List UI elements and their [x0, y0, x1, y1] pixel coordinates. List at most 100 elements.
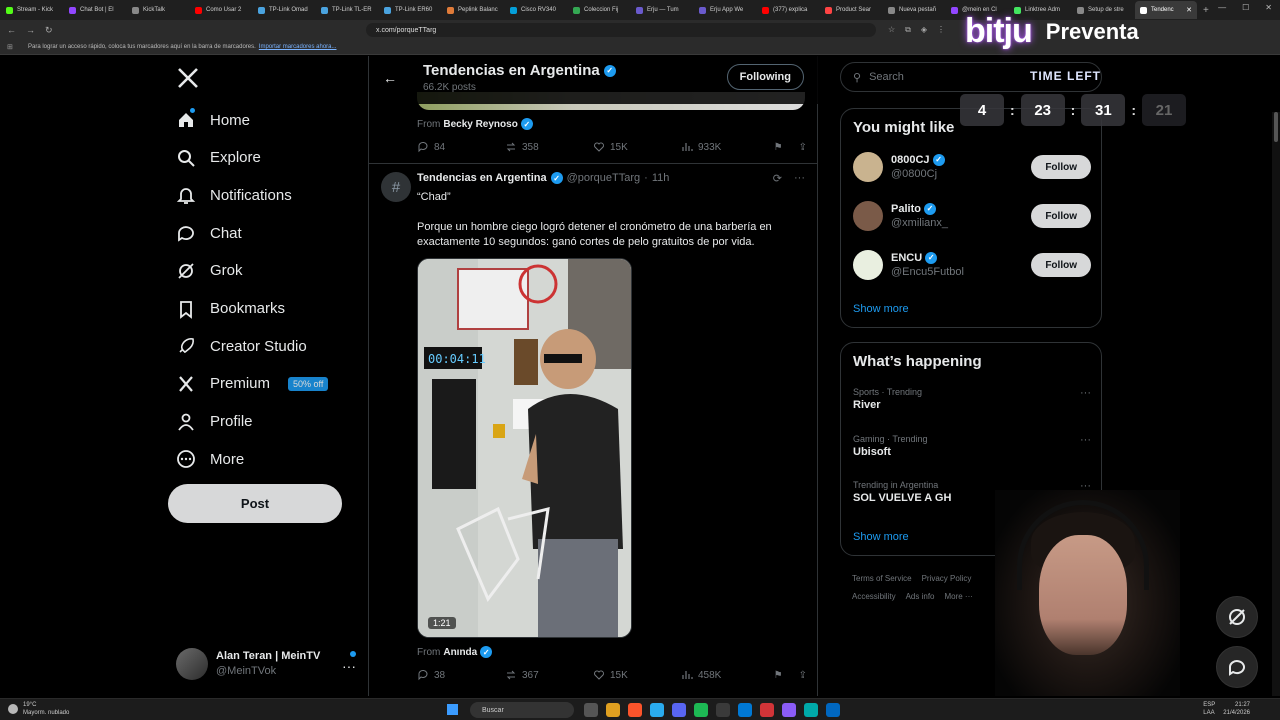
clock-date[interactable]: 21/4/2026: [1223, 709, 1250, 717]
follow-button[interactable]: Follow: [1031, 253, 1091, 277]
app-icon[interactable]: [804, 703, 818, 717]
shield-icon[interactable]: ◈: [921, 25, 927, 35]
apps-grid-icon[interactable]: ⊞: [7, 43, 13, 51]
reload-icon[interactable]: ↻: [45, 25, 53, 36]
bookmark-post-icon[interactable]: ⚑: [774, 142, 783, 153]
taskbar-search[interactable]: Buscar: [470, 702, 574, 718]
extensions-icon[interactable]: ⧉: [905, 25, 911, 35]
post-video[interactable]: 00:04:11 1:21: [417, 258, 632, 638]
telegram-icon[interactable]: [650, 703, 664, 717]
browser-tab[interactable]: Product Sear: [820, 1, 882, 19]
browser-tab[interactable]: (377) explica: [757, 1, 819, 19]
source-name[interactable]: Becky Reynoso: [443, 119, 517, 130]
reply-button[interactable]: 38: [417, 669, 505, 681]
post-author-name[interactable]: Tendencias en Argentina: [417, 172, 547, 184]
app-icon[interactable]: [826, 703, 840, 717]
browser-tab[interactable]: TP-Link TL-ER: [316, 1, 378, 19]
footer-link[interactable]: Accessibility: [852, 592, 896, 601]
close-tab-icon[interactable]: ✕: [1186, 6, 1192, 14]
browser-tab[interactable]: Cisco RV340: [505, 1, 567, 19]
footer-link[interactable]: Terms of Service: [852, 574, 912, 583]
spotify-icon[interactable]: [694, 703, 708, 717]
nav-item-creator-studio[interactable]: Creator Studio: [176, 329, 307, 363]
task-view-icon[interactable]: [584, 703, 598, 717]
close-window-icon[interactable]: ✕: [1265, 3, 1272, 12]
footer-link[interactable]: More ···: [944, 592, 972, 601]
footer-link[interactable]: Privacy Policy: [922, 574, 972, 583]
menu-icon[interactable]: ⋮: [937, 25, 945, 35]
repost-button[interactable]: 367: [505, 669, 593, 681]
browser-tab[interactable]: Nueva pestañ: [883, 1, 945, 19]
windows-start-icon[interactable]: [447, 704, 458, 715]
post-author-handle[interactable]: @porqueTTarg: [567, 172, 641, 184]
nav-item-notifications[interactable]: Notifications: [176, 178, 292, 212]
nav-item-grok[interactable]: Grok: [176, 254, 243, 288]
browser-tab[interactable]: Erju App We: [694, 1, 756, 19]
minimize-icon[interactable]: —: [1218, 3, 1226, 12]
clock-time[interactable]: 21:27: [1223, 701, 1250, 709]
suggestion-row[interactable]: ENCU ✓ @Encu5Futbol Follow: [853, 247, 1091, 283]
nav-item-explore[interactable]: Explore: [176, 141, 261, 175]
app-icon[interactable]: [738, 703, 752, 717]
browser-tab[interactable]: Erju — Tum: [631, 1, 693, 19]
url-field[interactable]: x.com/porqueTTarg: [366, 23, 876, 37]
browser-tab[interactable]: TP-Link Omad: [253, 1, 315, 19]
new-tab-icon[interactable]: +: [1203, 5, 1209, 16]
page-scrollbar[interactable]: [1272, 112, 1280, 696]
forward-icon[interactable]: →: [26, 25, 35, 36]
x-logo-icon[interactable]: [176, 66, 200, 90]
like-button[interactable]: 15K: [593, 669, 681, 681]
grok-floating-button[interactable]: [1216, 596, 1258, 638]
nav-item-premium[interactable]: Premium 50% off: [176, 367, 329, 401]
more-dots-icon[interactable]: ···: [1080, 387, 1091, 399]
back-icon[interactable]: ←: [7, 25, 16, 36]
back-arrow-icon[interactable]: ←: [383, 70, 397, 86]
suggestion-row[interactable]: 0800CJ ✓ @0800Cj Follow: [853, 149, 1091, 185]
browser-tab[interactable]: KickTalk: [127, 1, 189, 19]
maximize-icon[interactable]: ☐: [1242, 3, 1249, 12]
trend-item[interactable]: Gaming · Trending Ubisoft ···: [853, 434, 1091, 458]
account-switcher[interactable]: Alan Teran | MeinTV @MeinTVok ···: [176, 646, 364, 682]
nav-item-bookmarks[interactable]: Bookmarks: [176, 292, 285, 326]
show-more-link[interactable]: Show more: [853, 303, 909, 315]
app-icon[interactable]: [760, 703, 774, 717]
input-language[interactable]: ESP: [1203, 701, 1215, 709]
like-button[interactable]: 15K: [593, 141, 681, 153]
source-name[interactable]: Anında: [443, 647, 477, 658]
suggestion-row[interactable]: Palito ✓ @xmilianx_ Follow: [853, 198, 1091, 234]
grok-icon[interactable]: ⟳: [773, 172, 782, 185]
share-icon[interactable]: ⇪: [799, 670, 807, 681]
nav-item-home[interactable]: Home: [176, 103, 250, 137]
browser-tab[interactable]: Stream - Kick: [1, 1, 63, 19]
file-explorer-icon[interactable]: [606, 703, 620, 717]
keyboard-layout[interactable]: LAA: [1203, 709, 1215, 717]
nav-item-chat[interactable]: Chat: [176, 216, 242, 250]
hashtag-avatar-icon[interactable]: #: [381, 172, 411, 202]
show-more-link[interactable]: Show more: [853, 531, 909, 543]
repost-button[interactable]: 358: [505, 141, 593, 153]
discord-icon[interactable]: [672, 703, 686, 717]
star-icon[interactable]: ☆: [888, 25, 895, 35]
follow-button[interactable]: Follow: [1031, 204, 1091, 228]
post-time[interactable]: 11h: [652, 172, 670, 184]
nav-item-more[interactable]: More: [176, 442, 244, 476]
more-dots-icon[interactable]: ···: [794, 172, 805, 185]
more-dots-icon[interactable]: ···: [342, 658, 356, 674]
footer-link[interactable]: Ads info: [906, 592, 935, 601]
bookmark-post-icon[interactable]: ⚑: [774, 670, 783, 681]
brave-browser-icon[interactable]: [628, 703, 642, 717]
browser-tab[interactable]: Tendenc ✕: [1135, 1, 1197, 19]
weather-widget[interactable]: 19°C Mayorm. nublado: [8, 701, 69, 717]
browser-tab[interactable]: Chat Bot | El: [64, 1, 126, 19]
nav-item-profile[interactable]: Profile: [176, 405, 253, 439]
trend-item[interactable]: Sports · Trending River ···: [853, 387, 1091, 411]
views-button[interactable]: 458K: [681, 669, 769, 681]
more-dots-icon[interactable]: ···: [1080, 434, 1091, 446]
obs-icon[interactable]: [716, 703, 730, 717]
browser-tab[interactable]: TP-Link ER60: [379, 1, 441, 19]
import-bookmarks-link[interactable]: Importar marcadores ahora...: [259, 44, 337, 50]
browser-tab[interactable]: Coleccion Fij: [568, 1, 630, 19]
post-button[interactable]: Post: [168, 484, 342, 523]
app-icon[interactable]: [782, 703, 796, 717]
browser-tab[interactable]: Peplink Balanc: [442, 1, 504, 19]
